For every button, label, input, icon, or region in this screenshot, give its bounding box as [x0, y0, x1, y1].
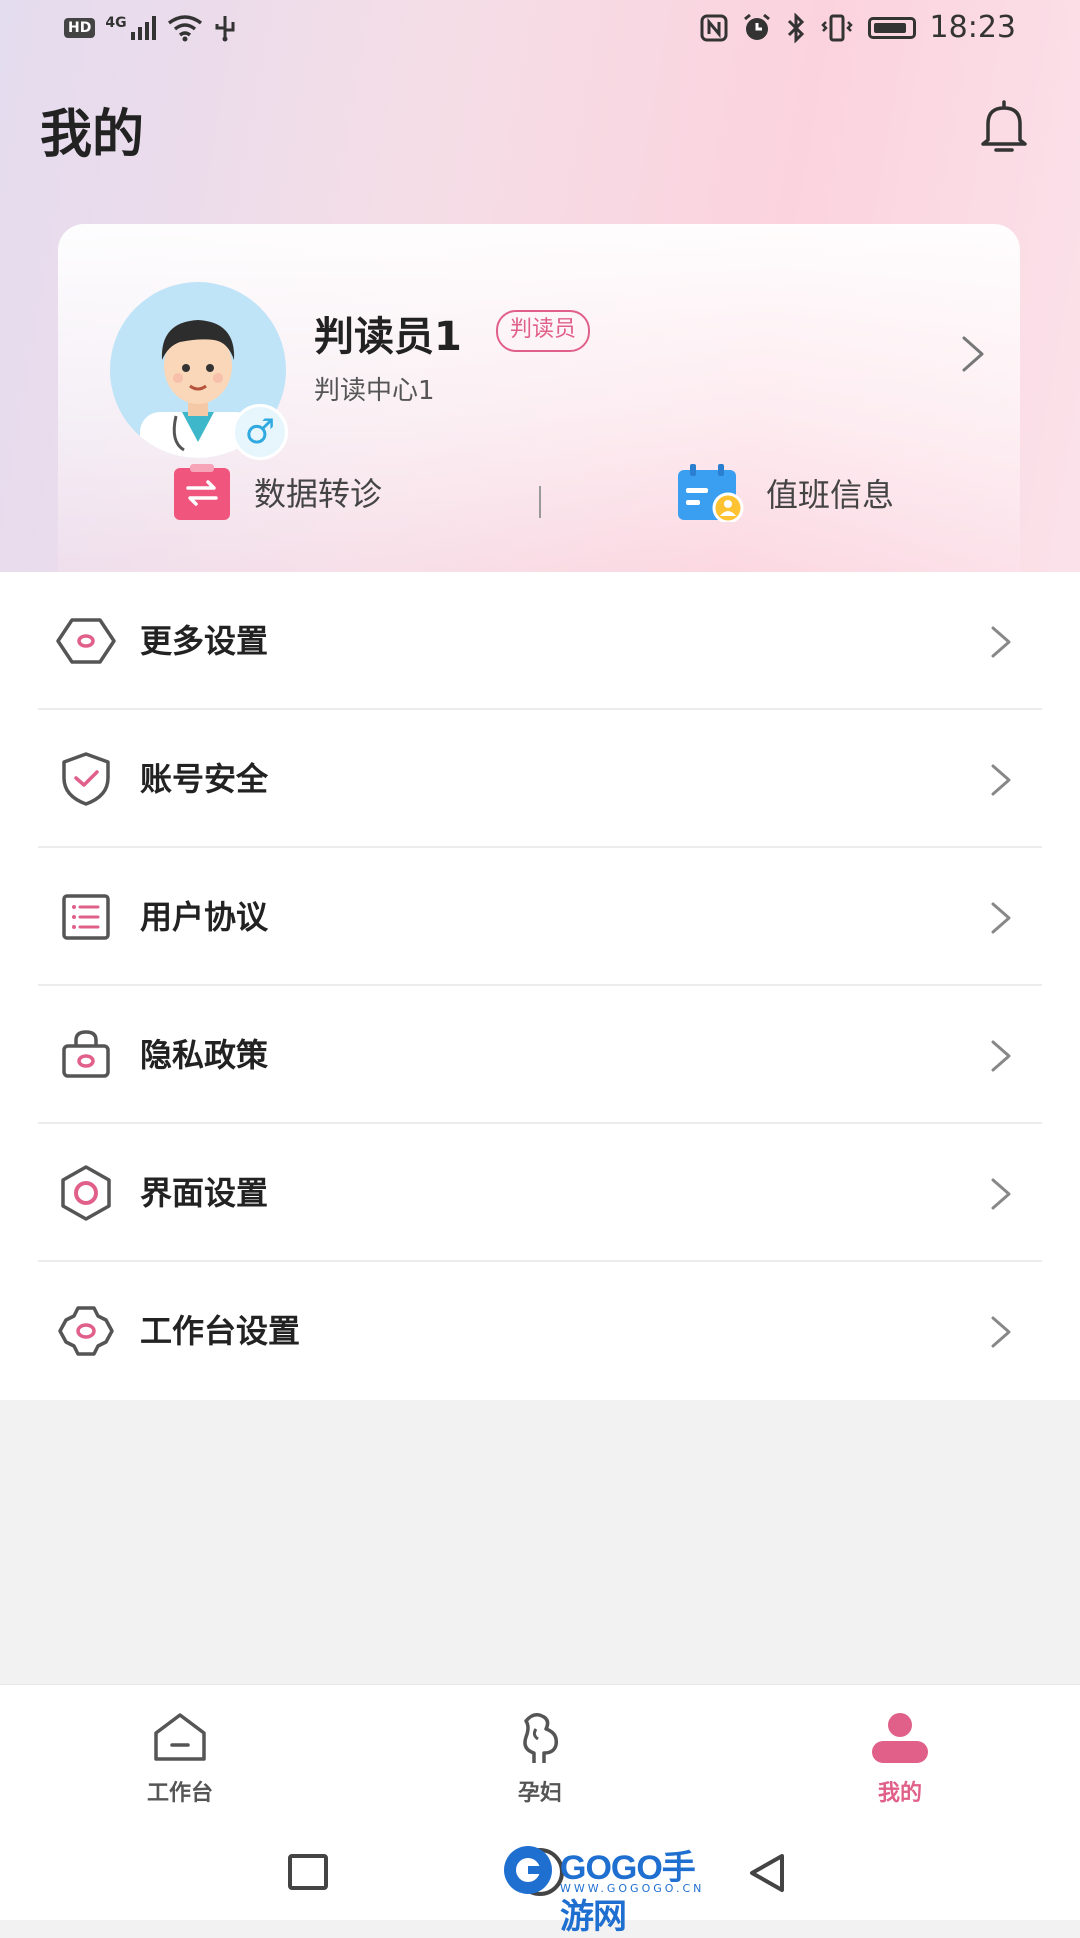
nav-item-workbench[interactable]: 工作台: [100, 1709, 260, 1807]
signal-icon: [130, 16, 156, 40]
quick-actions-divider: [539, 486, 541, 518]
hd-indicator: HD: [64, 18, 96, 38]
nav-label: 工作台: [146, 1781, 213, 1806]
calendar-user-icon: [678, 464, 744, 522]
nav-item-mine[interactable]: 我的: [820, 1709, 980, 1807]
chevron-right-icon: [991, 1316, 1011, 1348]
network-type: 4G: [105, 15, 127, 31]
menu-item-workbench-settings[interactable]: 工作台设置: [0, 1262, 1080, 1400]
back-icon[interactable]: [744, 1850, 790, 1896]
gear-icon: [58, 1306, 114, 1356]
menu-label: 隐私政策: [140, 1036, 269, 1074]
menu-item-account-security[interactable]: 账号安全: [0, 710, 1080, 848]
menu-item-more-settings[interactable]: 更多设置: [0, 572, 1080, 710]
recent-apps-button[interactable]: [288, 1854, 328, 1890]
menu-label: 用户协议: [140, 898, 269, 936]
chevron-right-icon: [991, 764, 1011, 796]
lock-bag-icon: [62, 1030, 110, 1078]
home-icon: [154, 1713, 206, 1761]
menu-label: 账号安全: [140, 760, 269, 798]
organization-name: 判读中心1: [314, 376, 435, 406]
duty-info-button[interactable]: 值班信息: [676, 464, 894, 522]
list-document-icon: [62, 894, 110, 940]
bell-icon[interactable]: [974, 96, 1034, 156]
user-icon: [872, 1713, 928, 1763]
usb-icon: [215, 16, 235, 42]
clock: 18:23: [929, 10, 1016, 45]
nav-label: 孕妇: [517, 1781, 562, 1806]
profile-card[interactable]: ♂ 判读员1 判读员 判读中心1 数据转诊 值班信息: [58, 224, 1020, 572]
avatar[interactable]: ♂: [110, 282, 290, 462]
duty-info-label: 值班信息: [766, 476, 895, 514]
watermark-subtext: WWW.GOGOGO.CN: [560, 1882, 705, 1895]
hexagon-ring-icon: [61, 1165, 111, 1221]
settings-menu: 更多设置 账号安全 用户协议 隐私政策 界面设置 工作台设置: [0, 572, 1080, 1400]
battery-icon: [867, 16, 916, 39]
status-bar: HD 4G 18:23: [0, 0, 1080, 62]
role-badge: 判读员: [496, 310, 591, 352]
menu-label: 工作台设置: [140, 1312, 301, 1350]
menu-item-privacy-policy[interactable]: 隐私政策: [0, 986, 1080, 1124]
chevron-right-icon: [991, 1178, 1011, 1210]
transfer-icon: [174, 464, 230, 520]
page-title: 我的: [40, 105, 145, 165]
quick-actions: 数据转诊 值班信息: [58, 464, 1020, 544]
wifi-icon: [167, 15, 202, 42]
system-nav-bar: GOGO手游网 WWW.GOGOGO.CN: [0, 1824, 1080, 1936]
chevron-right-icon: [991, 902, 1011, 934]
menu-label: 界面设置: [140, 1174, 269, 1212]
hexagon-settings-icon: [56, 618, 116, 664]
menu-item-interface-settings[interactable]: 界面设置: [0, 1124, 1080, 1262]
watermark-logo-icon: [504, 1846, 552, 1894]
data-transfer-button[interactable]: 数据转诊: [172, 464, 382, 520]
nav-label: 我的: [877, 1781, 922, 1806]
chevron-right-icon: [991, 1040, 1011, 1072]
chevron-right-icon[interactable]: [958, 334, 988, 374]
data-transfer-label: 数据转诊: [254, 475, 383, 513]
user-name: 判读员1: [314, 314, 462, 360]
watermark: GOGO手游网 WWW.GOGOGO.CN: [500, 1840, 720, 1936]
chevron-right-icon: [991, 626, 1011, 658]
gender-male-icon: ♂: [232, 404, 288, 460]
alarm-icon: [743, 13, 770, 40]
bluetooth-icon: [787, 12, 804, 43]
pregnant-icon: [523, 1713, 559, 1763]
nfc-icon: [700, 14, 728, 41]
nav-item-pregnant[interactable]: 孕妇: [460, 1709, 620, 1807]
bottom-nav: 工作台 孕妇 我的: [0, 1684, 1080, 1825]
menu-label: 更多设置: [140, 622, 269, 660]
vibrate-icon: [820, 14, 853, 41]
shield-check-icon: [62, 752, 110, 806]
menu-item-user-agreement[interactable]: 用户协议: [0, 848, 1080, 986]
